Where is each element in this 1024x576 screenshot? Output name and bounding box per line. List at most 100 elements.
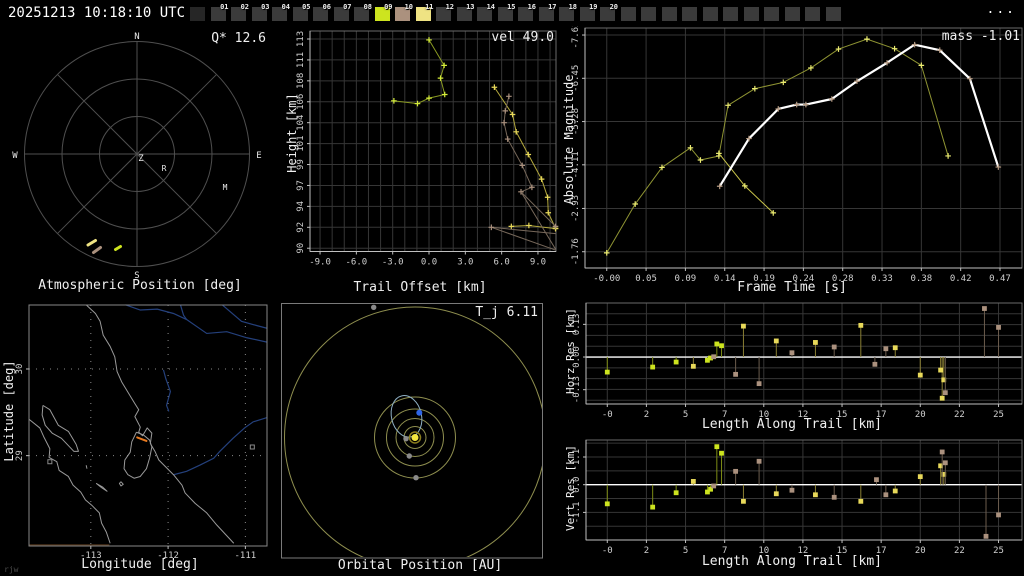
lightcurve-olive bbox=[603, 36, 951, 256]
frame-number: 04 bbox=[281, 3, 290, 11]
station-tan bbox=[711, 306, 1001, 396]
watermark: rjw bbox=[4, 565, 19, 574]
ground-track bbox=[136, 436, 148, 442]
trail-offset-axis-label: Trail Offset [km] bbox=[353, 280, 487, 295]
frame-thumb-15[interactable]: 15 bbox=[497, 3, 516, 21]
trail-offset-plot: -9.0 -6.0 -3.0 0.0 3.0 6.0 9.09092949799101104… bbox=[296, 30, 559, 268]
frame-thumb-04[interactable]: 04 bbox=[272, 3, 290, 21]
frame-thumb-06[interactable]: 06 bbox=[313, 3, 331, 21]
frame-thumb-20[interactable]: 20 bbox=[600, 3, 618, 21]
station-tan bbox=[711, 449, 1001, 539]
length-trail-axis-label-1: Length Along Trail [km] bbox=[701, 417, 882, 432]
mass-value: mass -1.01 bbox=[941, 29, 1020, 44]
frame-thumb-14[interactable]: 14 bbox=[477, 3, 495, 21]
frame-number: 09 bbox=[384, 3, 393, 11]
frame-number: 12 bbox=[445, 3, 454, 11]
frame-thumb-x0[interactable] bbox=[190, 7, 205, 21]
station-marker bbox=[47, 459, 53, 465]
svg-text:9.0: 9.0 bbox=[530, 258, 546, 268]
frame-thumb-x27[interactable] bbox=[743, 7, 759, 21]
svg-text:0.0: 0.0 bbox=[421, 258, 437, 268]
coastline bbox=[118, 481, 124, 487]
planet-dot bbox=[413, 475, 419, 481]
lightcurve-plot: -0.00 0.05 0.09 0.14 0.19 0.24 0.28 0.33 0.38 0.4… bbox=[571, 26, 1023, 284]
river bbox=[125, 304, 268, 343]
frame-thumb-x29[interactable] bbox=[784, 7, 800, 21]
frame-thumb-16[interactable]: 16 bbox=[518, 3, 536, 21]
frame-thumb-17[interactable]: 17 bbox=[538, 3, 557, 21]
frame-thumb-x25[interactable] bbox=[702, 7, 718, 21]
frame-number: 15 bbox=[507, 3, 516, 11]
frame-thumb-12[interactable]: 12 bbox=[436, 3, 454, 21]
svg-text:90: 90 bbox=[296, 243, 306, 254]
frame-thumb-08[interactable]: 08 bbox=[354, 3, 372, 21]
svg-text:E: E bbox=[256, 151, 261, 161]
height-axis-label: Height [km] bbox=[285, 93, 299, 173]
app-screen: 20251213 10:18:10 UTC 01 02 03 04 05 06 07 08 09… bbox=[0, 0, 1024, 576]
planet-dot bbox=[371, 304, 377, 310]
frame-thumb-05[interactable]: 05 bbox=[292, 3, 311, 21]
frame-thumb-x21[interactable] bbox=[620, 7, 636, 21]
frame-number: 20 bbox=[609, 3, 618, 11]
orbit-body bbox=[284, 304, 542, 557]
tisserand-value: T_j 6.11 bbox=[475, 305, 538, 320]
svg-text:29: 29 bbox=[15, 450, 25, 461]
station-green bbox=[604, 444, 724, 510]
meteoroid-orbit bbox=[390, 395, 423, 438]
frame-number: 16 bbox=[527, 3, 536, 11]
coastline bbox=[123, 431, 153, 479]
frame-thumb-10[interactable]: 10 bbox=[395, 3, 413, 21]
horz-res-axis-label: Horz Res [km] bbox=[564, 307, 577, 395]
front-trail bbox=[391, 37, 448, 107]
q-star-value: Q* 12.6 bbox=[211, 31, 266, 46]
coastline bbox=[85, 304, 235, 544]
tick-labels: -0.00 0.05 0.09 0.14 0.19 0.24 0.28 0.33 0.38 0.4… bbox=[571, 26, 1011, 284]
frame-number: 07 bbox=[343, 3, 352, 11]
frame-number: 18 bbox=[568, 3, 577, 11]
frame-thumb-x31[interactable] bbox=[825, 7, 841, 21]
frame-thumb-03[interactable]: 03 bbox=[251, 3, 270, 21]
svg-text:-6.0: -6.0 bbox=[346, 258, 368, 268]
planet-dot bbox=[406, 453, 412, 459]
svg-text:Z: Z bbox=[138, 154, 144, 164]
frame-strip: 01 02 03 04 05 06 07 08 09 10 11 12 13 14 15 16 17 18 19 20 bbox=[186, 2, 866, 26]
frame-thumb-02[interactable]: 02 bbox=[231, 3, 249, 21]
timestamp: 20251213 10:18:10 UTC bbox=[8, 5, 186, 21]
longitude-axis-label: Longitude [deg] bbox=[81, 557, 199, 572]
frame-thumb-x22[interactable] bbox=[641, 7, 656, 21]
frame-thumb-18[interactable]: 18 bbox=[559, 3, 577, 21]
svg-text:M: M bbox=[223, 183, 228, 192]
sun-dot bbox=[411, 434, 419, 441]
frame-thumb-x28[interactable] bbox=[764, 7, 779, 21]
frame-number: 05 bbox=[302, 3, 311, 11]
frame-number: 19 bbox=[589, 3, 598, 11]
length-trail-axis-label-2: Length Along Trail [km] bbox=[701, 554, 882, 569]
frame-number: 10 bbox=[404, 3, 413, 11]
frame-thumb-09[interactable]: 09 bbox=[374, 3, 393, 21]
frame-thumb-13[interactable]: 13 bbox=[456, 3, 475, 21]
frame-thumb-x23[interactable] bbox=[661, 7, 677, 21]
frame-number: 01 bbox=[220, 3, 229, 11]
coastline bbox=[85, 465, 88, 469]
svg-text:R: R bbox=[162, 164, 167, 173]
ground-map-plot: -113 -112 -1113029 bbox=[15, 304, 268, 561]
frame-thumb-x30[interactable] bbox=[805, 7, 820, 21]
latitude-axis-label: Latitude [deg] bbox=[2, 360, 16, 462]
coastline bbox=[95, 482, 108, 492]
frame-thumb-07[interactable]: 07 bbox=[333, 3, 352, 21]
svg-text:6.0: 6.0 bbox=[494, 258, 510, 268]
frame-thumb-01[interactable]: 01 bbox=[210, 3, 229, 21]
frame-thumb-11[interactable]: 11 bbox=[415, 3, 434, 21]
plot-body bbox=[309, 30, 559, 252]
frame-number: 03 bbox=[261, 3, 270, 11]
overflow-menu[interactable]: ... bbox=[980, 2, 1016, 17]
coastline bbox=[28, 418, 111, 544]
frame-thumb-x24[interactable] bbox=[682, 7, 697, 21]
frame-number: 13 bbox=[466, 3, 475, 11]
frame-thumb-x26[interactable] bbox=[723, 7, 738, 21]
lightcurve-white bbox=[716, 41, 1002, 190]
plot-body bbox=[585, 439, 1023, 541]
frame-thumb-19[interactable]: 19 bbox=[579, 3, 598, 21]
earth-dot bbox=[416, 409, 423, 416]
river bbox=[173, 416, 268, 476]
